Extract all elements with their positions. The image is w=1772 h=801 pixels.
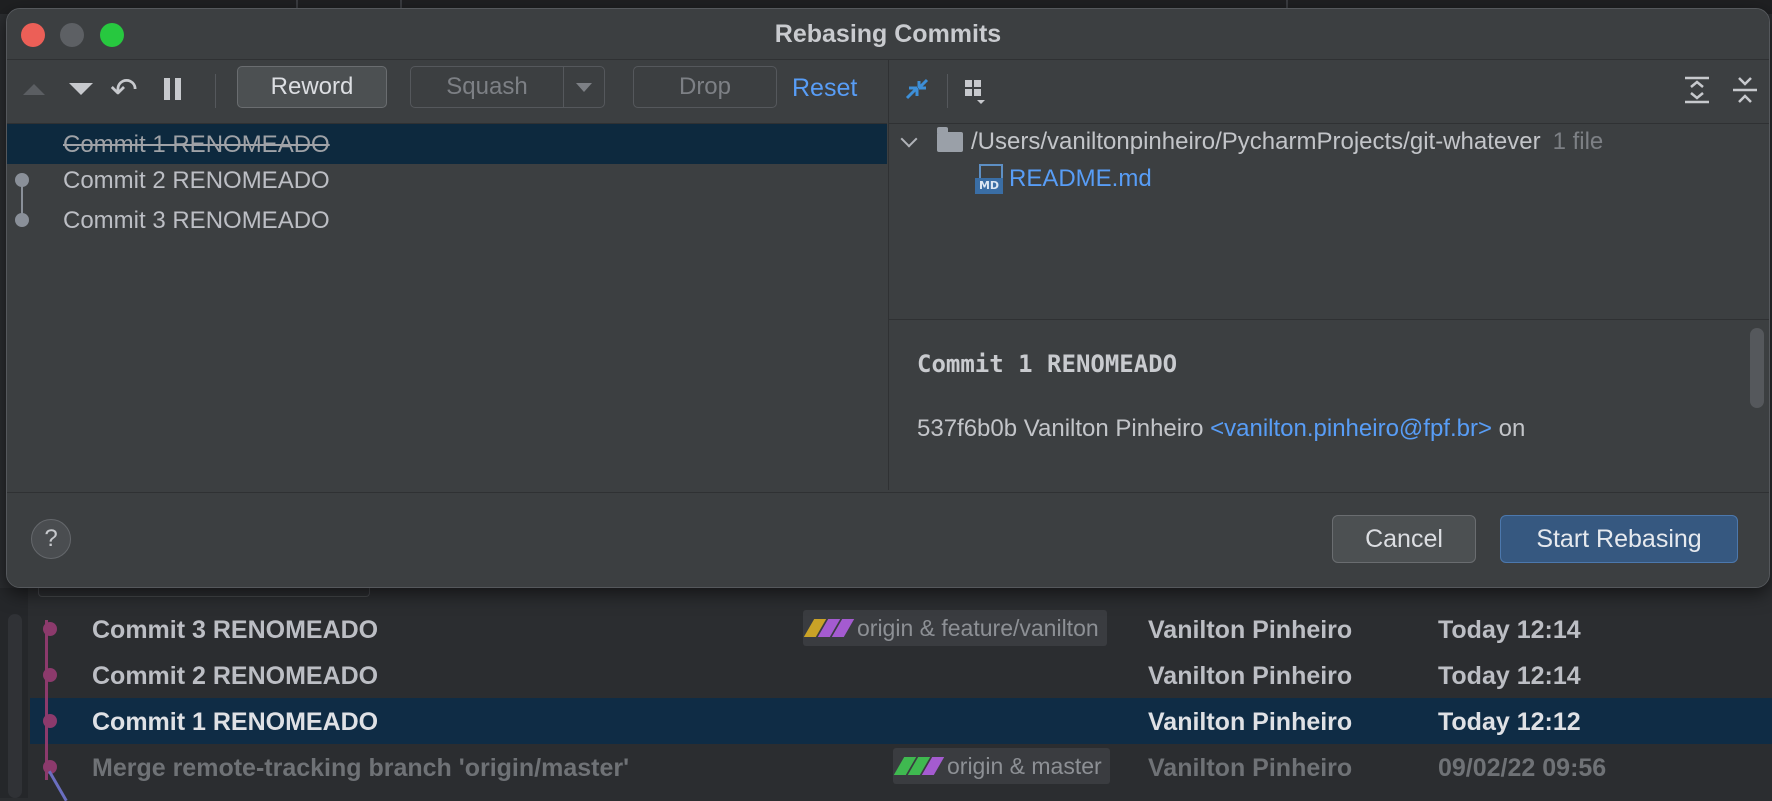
- chevron-down-icon[interactable]: [901, 131, 918, 148]
- graph-branch-line: [45, 620, 48, 780]
- log-row[interactable]: Merge remote-tracking branch 'origin/mas…: [30, 744, 1772, 790]
- show-diff-icon[interactable]: [899, 72, 935, 108]
- details-suffix: on: [1499, 415, 1526, 442]
- changes-toolbar: [889, 60, 1770, 122]
- changed-files-tree: /Users/vaniltonpinheiro/PycharmProjects/…: [889, 123, 1770, 319]
- commit-list: Commit 1 RENOMEADO Commit 2 RENOMEADO Co…: [7, 123, 887, 494]
- log-date: Today 12:14: [1438, 662, 1668, 691]
- commit-node: [15, 173, 29, 187]
- start-rebasing-button[interactable]: Start Rebasing: [1500, 515, 1738, 563]
- log-date: 09/02/22 09:56: [1438, 754, 1668, 783]
- expand-all-icon[interactable]: [1679, 72, 1715, 108]
- log-message: Merge remote-tracking branch 'origin/mas…: [92, 754, 629, 783]
- commit-label: Commit 3 RENOMEADO: [63, 207, 330, 235]
- folder-icon: [937, 132, 963, 152]
- log-date: Today 12:12: [1438, 708, 1668, 737]
- reset-link[interactable]: Reset: [792, 74, 857, 103]
- commits-toolbar: ↶ Reword Squash Drop Reset: [7, 60, 887, 122]
- commit-row-selected[interactable]: Commit 1 RENOMEADO: [7, 124, 887, 164]
- undo-icon[interactable]: ↶: [107, 72, 141, 106]
- ref-badge: origin & feature/vanilton: [803, 610, 1107, 646]
- rebase-dialog: Rebasing Commits ↶ Reword Squash Drop Re…: [6, 8, 1770, 588]
- commit-row[interactable]: Commit 3 RENOMEADO: [7, 200, 887, 240]
- log-message: Commit 2 RENOMEADO: [92, 662, 378, 691]
- log-row[interactable]: Commit 2 RENOMEADO Vanilton Pinheiro Tod…: [30, 652, 1772, 698]
- log-author: Vanilton Pinheiro: [1148, 708, 1352, 737]
- root-path: /Users/vaniltonpinheiro/PycharmProjects/…: [971, 128, 1541, 156]
- ref-badge: origin & master: [893, 748, 1110, 784]
- collapse-all-icon[interactable]: [1727, 72, 1763, 108]
- drop-button[interactable]: Drop: [633, 66, 777, 108]
- changes-pane: /Users/vaniltonpinheiro/PycharmProjects/…: [888, 60, 1770, 490]
- commit-hash: 537f6b0b: [917, 415, 1017, 442]
- squash-dropdown-button[interactable]: [563, 66, 605, 108]
- log-date: Today 12:14: [1438, 616, 1668, 645]
- details-title: Commit 1 RENOMEADO: [917, 350, 1177, 378]
- log-filter-field[interactable]: [38, 588, 370, 597]
- commits-pane: ↶ Reword Squash Drop Reset Commit 1 RENO…: [7, 60, 887, 490]
- log-gutter: [0, 588, 28, 798]
- log-row[interactable]: Commit 3 RENOMEADO origin & feature/vani…: [30, 606, 1772, 652]
- commit-label: Commit 2 RENOMEADO: [63, 167, 330, 195]
- toolbar-divider: [215, 74, 216, 108]
- details-meta: 537f6b0b Vanilton Pinheiro <vanilton.pin…: [917, 415, 1525, 443]
- cancel-button[interactable]: Cancel: [1332, 515, 1476, 563]
- move-down-icon[interactable]: [64, 72, 98, 106]
- tree-root-row[interactable]: /Users/vaniltonpinheiro/PycharmProjects/…: [903, 128, 1603, 156]
- commit-author: Vanilton Pinheiro: [1024, 415, 1204, 442]
- log-author: Vanilton Pinheiro: [1148, 616, 1352, 645]
- ref-label: origin & feature/vanilton: [857, 615, 1099, 642]
- toolbar-divider: [947, 74, 948, 108]
- details-scrollbar[interactable]: [1750, 328, 1764, 408]
- log-message: Commit 3 RENOMEADO: [92, 616, 378, 645]
- move-up-icon[interactable]: [17, 72, 51, 106]
- file-name: README.md: [1009, 165, 1152, 193]
- commit-details: Commit 1 RENOMEADO 537f6b0b Vanilton Pin…: [889, 319, 1770, 491]
- log-row-selected[interactable]: Commit 1 RENOMEADO Vanilton Pinheiro Tod…: [30, 698, 1772, 744]
- log-scrollbar[interactable]: [8, 614, 22, 798]
- pause-icon[interactable]: [155, 72, 189, 106]
- log-author: Vanilton Pinheiro: [1148, 662, 1352, 691]
- dialog-footer: ? Cancel Start Rebasing: [7, 492, 1769, 588]
- author-email-link[interactable]: <vanilton.pinheiro@fpf.br>: [1210, 415, 1492, 442]
- chevron-down-icon: [576, 83, 592, 92]
- log-message: Commit 1 RENOMEADO: [92, 708, 378, 737]
- git-log-panel: Commit 3 RENOMEADO origin & feature/vani…: [0, 588, 1772, 798]
- markdown-file-icon: MD: [975, 164, 1003, 194]
- commit-label: Commit 1 RENOMEADO: [63, 131, 330, 159]
- dialog-titlebar: Rebasing Commits: [7, 9, 1769, 60]
- reword-button[interactable]: Reword: [237, 66, 387, 108]
- squash-button[interactable]: Squash: [410, 66, 564, 108]
- log-author: Vanilton Pinheiro: [1148, 754, 1352, 783]
- file-row[interactable]: MD README.md: [975, 164, 1152, 194]
- ref-label: origin & master: [947, 753, 1102, 780]
- commit-row[interactable]: Commit 2 RENOMEADO: [7, 160, 887, 200]
- file-count: 1 file: [1553, 128, 1604, 156]
- dialog-title: Rebasing Commits: [7, 20, 1769, 49]
- group-by-icon[interactable]: [959, 72, 995, 108]
- commit-node: [15, 213, 29, 227]
- help-button[interactable]: ?: [31, 519, 71, 559]
